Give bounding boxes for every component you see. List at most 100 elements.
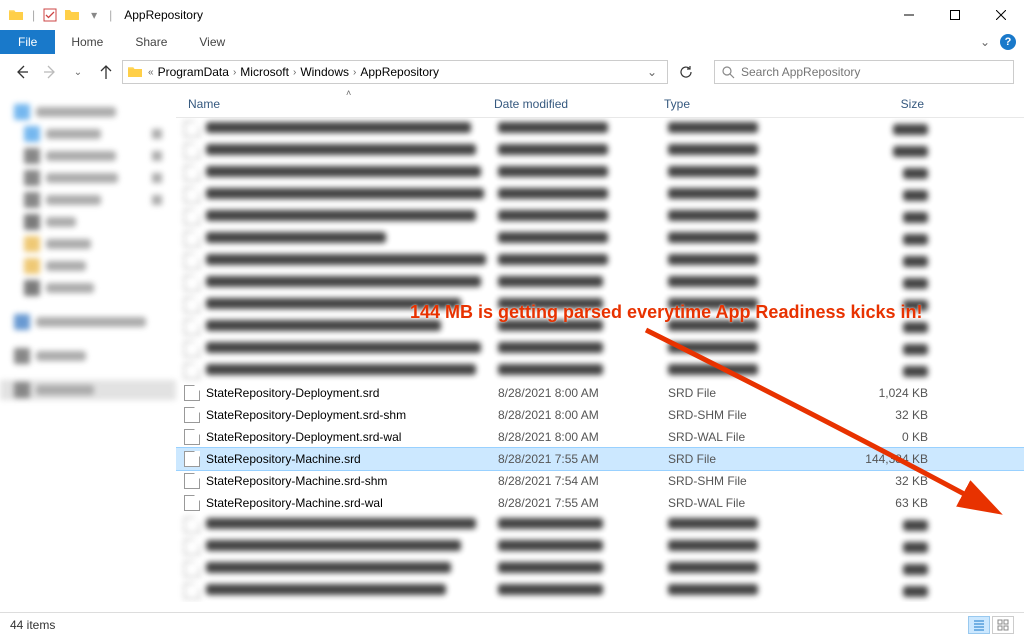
column-header-date[interactable]: Date modified	[494, 97, 664, 111]
table-row[interactable]	[176, 558, 1024, 580]
tab-share[interactable]: Share	[119, 30, 183, 54]
table-row[interactable]	[176, 118, 1024, 140]
table-row[interactable]	[176, 228, 1024, 250]
file-icon	[184, 363, 200, 379]
sidebar-item[interactable]	[0, 168, 176, 188]
quick-access-folder-icon[interactable]	[64, 7, 80, 23]
table-row[interactable]: StateRepository-Deployment.srd-wal 8/28/…	[176, 426, 1024, 448]
table-row[interactable]	[176, 162, 1024, 184]
breadcrumb-item[interactable]: AppRepository	[357, 65, 442, 79]
table-row[interactable]	[176, 316, 1024, 338]
refresh-button[interactable]	[672, 60, 700, 84]
table-row[interactable]	[176, 536, 1024, 558]
sidebar-item[interactable]	[0, 278, 176, 298]
table-row[interactable]	[176, 250, 1024, 272]
sidebar-item[interactable]	[0, 146, 176, 166]
file-size: 32 KB	[828, 408, 948, 422]
file-type: SRD File	[668, 452, 828, 466]
file-date: 8/28/2021 7:54 AM	[498, 474, 668, 488]
item-count: 44 items	[10, 618, 55, 632]
file-name: StateRepository-Machine.srd-shm	[206, 474, 498, 488]
maximize-button[interactable]	[932, 0, 978, 30]
address-bar[interactable]: « ProgramData › Microsoft › Windows › Ap…	[122, 60, 668, 84]
details-view-button[interactable]	[968, 616, 990, 634]
column-header-name[interactable]: Name	[184, 97, 494, 111]
file-icon	[184, 561, 200, 577]
quick-access-dropdown-icon[interactable]: ▾	[86, 7, 102, 23]
file-icon	[184, 583, 200, 599]
sidebar-item[interactable]	[0, 312, 176, 332]
sidebar-item[interactable]	[0, 234, 176, 254]
table-row[interactable]: StateRepository-Machine.srd-shm 8/28/202…	[176, 470, 1024, 492]
search-box[interactable]	[714, 60, 1014, 84]
table-row[interactable]	[176, 338, 1024, 360]
navigation-pane[interactable]	[0, 90, 176, 612]
search-input[interactable]	[741, 65, 1007, 79]
folder-icon	[127, 64, 143, 80]
sidebar-item[interactable]	[0, 102, 176, 122]
up-button[interactable]	[94, 60, 118, 84]
tab-view[interactable]: View	[183, 30, 241, 54]
file-name: StateRepository-Machine.srd-wal	[206, 496, 498, 510]
forward-button[interactable]	[38, 60, 62, 84]
status-bar: 44 items	[0, 612, 1024, 636]
table-row[interactable]	[176, 360, 1024, 382]
sidebar-item[interactable]	[0, 256, 176, 276]
table-row[interactable]: StateRepository-Machine.srd 8/28/2021 7:…	[176, 448, 1024, 470]
table-row[interactable]	[176, 514, 1024, 536]
file-name: StateRepository-Deployment.srd	[206, 386, 498, 400]
separator: |	[109, 8, 112, 22]
file-icon	[184, 121, 200, 137]
table-row[interactable]: StateRepository-Deployment.srd 8/28/2021…	[176, 382, 1024, 404]
column-header-size[interactable]: Size	[824, 97, 944, 111]
file-name: StateRepository-Deployment.srd-shm	[206, 408, 498, 422]
sidebar-item[interactable]	[0, 190, 176, 210]
file-icon	[184, 539, 200, 555]
file-icon	[184, 407, 200, 423]
table-row[interactable]: StateRepository-Deployment.srd-shm 8/28/…	[176, 404, 1024, 426]
breadcrumb-item[interactable]: ProgramData	[155, 65, 232, 79]
file-icon	[184, 385, 200, 401]
minimize-button[interactable]	[886, 0, 932, 30]
file-icon	[184, 473, 200, 489]
file-date: 8/28/2021 7:55 AM	[498, 496, 668, 510]
table-row[interactable]	[176, 580, 1024, 602]
tab-home[interactable]: Home	[55, 30, 119, 54]
table-row[interactable]	[176, 206, 1024, 228]
navigation-row: ⌄ « ProgramData › Microsoft › Windows › …	[0, 54, 1024, 90]
file-date: 8/28/2021 7:55 AM	[498, 452, 668, 466]
thumbnails-view-button[interactable]	[992, 616, 1014, 634]
sidebar-item[interactable]	[0, 124, 176, 144]
file-icon	[184, 165, 200, 181]
file-icon	[184, 451, 200, 467]
breadcrumb-item[interactable]: Windows	[297, 65, 352, 79]
file-type: SRD File	[668, 386, 828, 400]
file-icon	[184, 231, 200, 247]
file-icon	[184, 319, 200, 335]
table-row[interactable]	[176, 184, 1024, 206]
sidebar-item[interactable]	[0, 346, 176, 366]
close-button[interactable]	[978, 0, 1024, 30]
table-row[interactable]	[176, 140, 1024, 162]
table-row[interactable]	[176, 294, 1024, 316]
file-date: 8/28/2021 8:00 AM	[498, 386, 668, 400]
file-size: 144,384 KB	[828, 452, 948, 466]
file-name: StateRepository-Deployment.srd-wal	[206, 430, 498, 444]
sort-indicator-icon: ˄	[346, 88, 351, 98]
file-type: SRD-WAL File	[668, 496, 828, 510]
address-dropdown-icon[interactable]: ⌄	[641, 65, 663, 79]
sidebar-item[interactable]	[0, 380, 176, 400]
ribbon-expand-icon[interactable]: ⌄	[980, 35, 990, 49]
help-icon[interactable]: ?	[1000, 34, 1016, 50]
breadcrumb-item[interactable]: Microsoft	[237, 65, 292, 79]
breadcrumb-separator[interactable]: «	[147, 67, 155, 78]
sidebar-item[interactable]	[0, 212, 176, 232]
quick-access-checkbox-icon[interactable]	[42, 7, 58, 23]
table-row[interactable]: StateRepository-Machine.srd-wal 8/28/202…	[176, 492, 1024, 514]
column-header-type[interactable]: Type	[664, 97, 824, 111]
table-row[interactable]	[176, 272, 1024, 294]
back-button[interactable]	[10, 60, 34, 84]
file-tab[interactable]: File	[0, 30, 55, 54]
file-icon	[184, 297, 200, 313]
recent-locations-dropdown[interactable]: ⌄	[66, 60, 90, 84]
